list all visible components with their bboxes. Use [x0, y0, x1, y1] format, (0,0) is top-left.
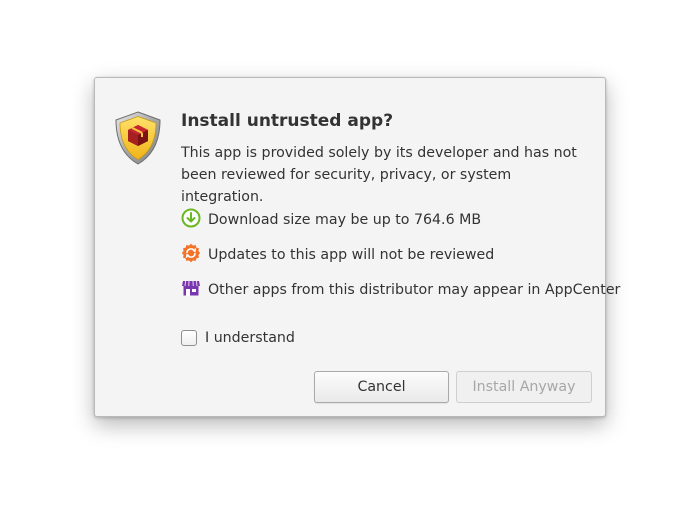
download-size-info: Download size may be up to 764.6 MB	[181, 208, 482, 232]
install-untrusted-dialog: Install untrusted app? This app is provi…	[94, 77, 620, 417]
store-icon	[181, 278, 201, 302]
updates-info: Updates to this app will not be reviewed	[181, 243, 495, 267]
distributor-info: Other apps from this distributor may app…	[181, 280, 620, 300]
updates-text: Updates to this app will not be reviewed	[208, 247, 495, 263]
download-icon	[181, 208, 201, 232]
distributor-text: Other apps from this distributor may app…	[208, 282, 621, 298]
understand-checkbox[interactable]	[181, 330, 197, 346]
understand-label[interactable]: I understand	[205, 330, 295, 346]
dialog-title: Install untrusted app?	[181, 111, 394, 131]
download-size-text: Download size may be up to 764.6 MB	[208, 212, 482, 228]
cancel-button[interactable]: Cancel	[314, 371, 449, 403]
security-shield-warning-icon	[114, 111, 162, 165]
dialog-description: This app is provided solely by its devel…	[181, 145, 577, 205]
install-anyway-button[interactable]: Install Anyway	[456, 371, 592, 403]
updates-icon	[181, 243, 201, 267]
understand-checkbox-row[interactable]: I understand	[181, 329, 295, 347]
